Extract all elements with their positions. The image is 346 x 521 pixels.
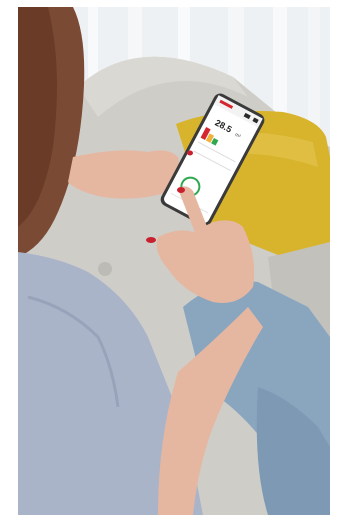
scene-illustration: 28.5 m² bbox=[18, 7, 330, 515]
photo-frame: 28.5 m² bbox=[18, 7, 330, 515]
fingernail-left bbox=[187, 150, 193, 156]
left-hand bbox=[68, 150, 180, 199]
sofa-button-tuft bbox=[98, 262, 112, 276]
fingernail-thumb bbox=[146, 237, 156, 243]
fingernail bbox=[177, 187, 185, 193]
